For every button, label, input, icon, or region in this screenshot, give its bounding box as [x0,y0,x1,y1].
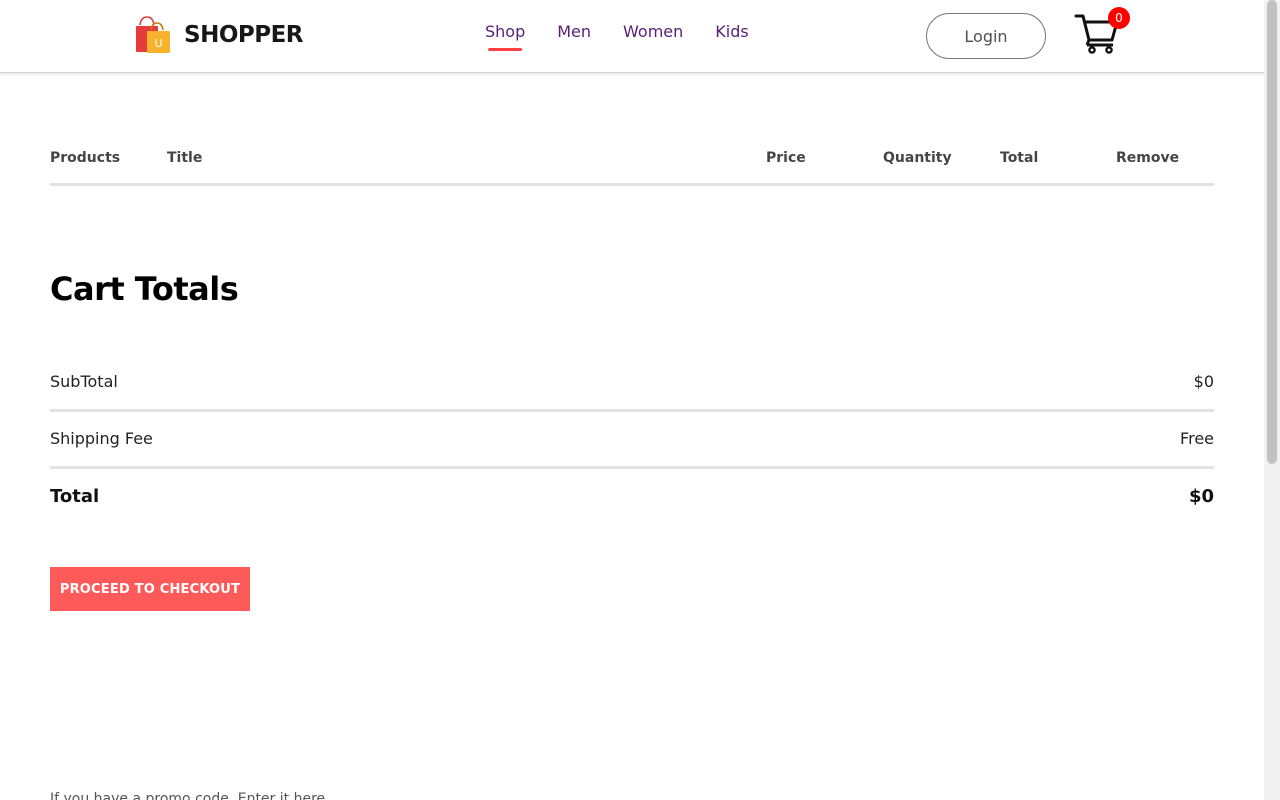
nav-menu: Shop Men Women Kids [484,22,750,51]
navbar: U SHOPPER Shop Men Women Kids Login 0 [0,0,1264,73]
cart-totals-title: Cart Totals [50,270,239,308]
total-label: Total [50,486,100,507]
column-header-title: Title [167,150,203,166]
brand-name: SHOPPER [184,22,304,48]
nav-item-women[interactable]: Women [622,22,684,41]
page: U SHOPPER Shop Men Women Kids Login 0 Pr… [0,0,1264,800]
shipping-value: Free [1180,429,1214,448]
promo-code-prompt: If you have a promo code, Enter it here [50,791,326,800]
nav-item-label: Shop [485,22,526,41]
column-header-products: Products [50,150,121,166]
cart-count-badge: 0 [1108,7,1130,29]
total-row: Total $0 [50,486,1214,516]
subtotal-row: SubTotal $0 [50,372,1214,412]
column-header-total: Total [1000,150,1039,166]
page-scrollbar[interactable] [1264,0,1280,800]
nav-item-label: Women [623,22,684,41]
shipping-label: Shipping Fee [50,429,153,448]
svg-text:U: U [154,37,162,50]
nav-item-men[interactable]: Men [556,22,592,41]
active-indicator [488,48,523,51]
nav-item-shop[interactable]: Shop [484,22,526,51]
login-button[interactable]: Login [926,13,1046,59]
column-header-price: Price [766,150,806,166]
scrollbar-thumb[interactable] [1267,0,1277,464]
cart-table-header: Products Title Price Quantity Total Remo… [50,148,1214,186]
nav-item-label: Kids [715,22,749,41]
column-header-quantity: Quantity [883,150,952,166]
subtotal-label: SubTotal [50,372,118,391]
shipping-row: Shipping Fee Free [50,429,1214,469]
brand-logo[interactable]: U SHOPPER [134,16,304,54]
shopping-bag-icon: U [136,16,170,53]
column-header-remove: Remove [1116,150,1180,166]
nav-item-kids[interactable]: Kids [714,22,749,41]
nav-item-label: Men [557,22,592,41]
total-value: $0 [1188,486,1214,507]
subtotal-value: $0 [1193,372,1214,391]
checkout-button[interactable]: PROCEED TO CHECKOUT [50,567,250,611]
